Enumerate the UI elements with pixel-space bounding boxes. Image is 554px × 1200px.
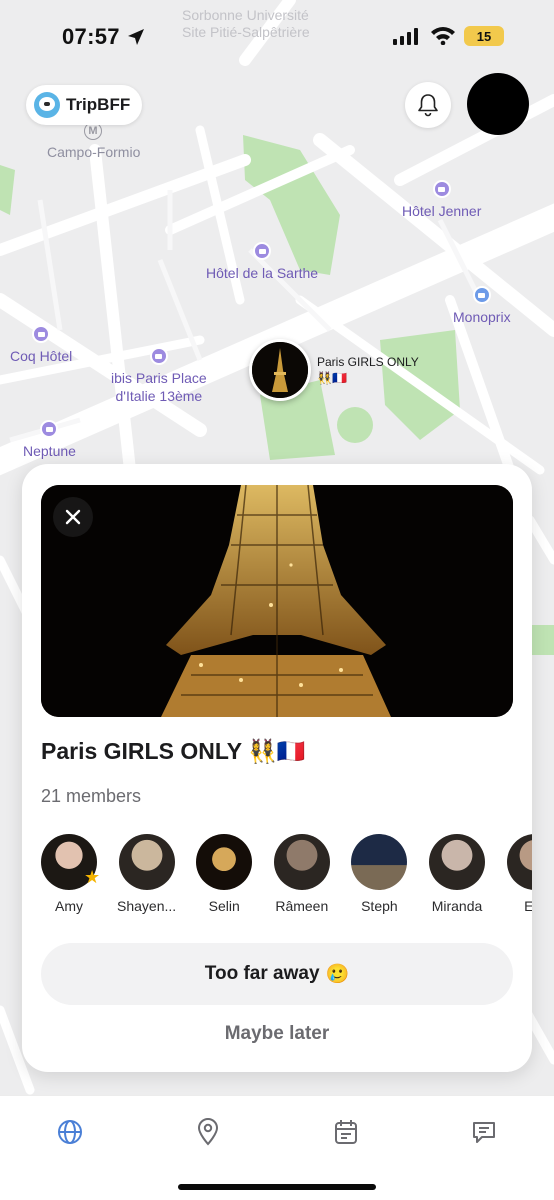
battery-indicator: 15 <box>464 26 504 46</box>
member-item[interactable]: ★ Amy <box>41 834 108 914</box>
member-name: Selin <box>208 898 240 914</box>
poi-hotel-jenner[interactable]: Hôtel Jenner <box>402 180 481 220</box>
group-title: Paris GIRLS ONLY 👯‍♀️🇫🇷 <box>41 738 306 764</box>
tab-explore[interactable] <box>52 1116 88 1148</box>
member-item[interactable]: Steph <box>340 834 418 914</box>
poi-label: ibis Paris Place d'Italie 13ème <box>111 370 207 404</box>
member-item[interactable]: Shayen... <box>108 834 186 914</box>
poi-label: Hôtel de la Sarthe <box>206 265 319 281</box>
calendar-icon <box>335 1120 357 1144</box>
home-indicator <box>178 1184 376 1190</box>
member-avatar <box>351 834 408 890</box>
tab-places[interactable] <box>190 1116 226 1148</box>
tab-calendar[interactable] <box>328 1116 364 1148</box>
hotel-icon <box>149 347 168 365</box>
poi-hotel-sarthe[interactable]: Hôtel de la Sarthe <box>206 242 318 282</box>
poi-neptune[interactable]: Neptune <box>23 420 76 460</box>
member-name: Em <box>524 898 532 914</box>
bell-icon <box>418 94 438 117</box>
member-item[interactable]: Em <box>496 834 532 914</box>
hotel-icon <box>32 325 51 343</box>
wifi-icon <box>431 27 455 45</box>
cellular-signal-icon <box>393 27 418 45</box>
member-name: Râmeen <box>275 898 329 914</box>
eiffel-tower-image <box>252 342 308 398</box>
location-pin-icon <box>197 1118 219 1146</box>
poi-label: Neptune <box>23 443 76 459</box>
hotel-icon <box>253 242 272 260</box>
poi-coq-hotel[interactable]: Coq Hôtel <box>10 325 72 365</box>
member-item[interactable]: Selin <box>185 834 263 914</box>
poi-monoprix[interactable]: Monoprix <box>453 286 511 326</box>
primary-button-label: Too far away <box>204 963 320 984</box>
poi-label: Hôtel Jenner <box>402 203 482 219</box>
globe-icon <box>58 1120 82 1144</box>
too-far-away-button[interactable]: Too far away 🥲 <box>41 943 513 1005</box>
poi-ibis[interactable]: ibis Paris Place d'Italie 13ème <box>111 347 207 405</box>
metro-station-label[interactable]: Campo-Formio <box>47 144 140 160</box>
group-member-count: 21 members <box>41 786 142 806</box>
member-avatar <box>429 834 485 890</box>
member-avatar <box>506 834 532 890</box>
status-bar: 07:57 15 <box>0 0 554 74</box>
member-name: Steph <box>361 898 398 914</box>
poi-label: Coq Hôtel <box>10 348 73 364</box>
member-name: Miranda <box>431 898 483 914</box>
group-cover-image <box>41 485 513 717</box>
close-icon <box>65 509 81 525</box>
notifications-button[interactable] <box>405 82 451 128</box>
group-detail-card: Paris GIRLS ONLY 👯‍♀️🇫🇷 21 members ★ Amy S… <box>22 464 532 1072</box>
admin-star-icon: ★ <box>84 867 101 887</box>
members-carousel[interactable]: ★Amy Shayen... Selin Râmeen Steph Miranda Em <box>41 834 532 924</box>
member-item[interactable]: Miranda <box>418 834 496 914</box>
maybe-later-button[interactable]: Maybe later <box>41 1017 513 1051</box>
member-name: Shayen... <box>117 898 177 914</box>
profile-avatar[interactable] <box>467 73 529 135</box>
member-name: Amy <box>55 898 83 914</box>
location-arrow-icon <box>128 29 144 45</box>
tear-smile-emoji: 🥲 <box>325 964 350 985</box>
poi-label: Monoprix <box>453 309 511 325</box>
app-name: TripBFF <box>66 95 131 114</box>
member-avatar <box>273 834 330 890</box>
member-avatar <box>196 834 253 890</box>
status-time: 07:57 <box>62 24 120 49</box>
app-brand-pill[interactable]: TripBFF <box>26 85 143 125</box>
marker-group-emojis: 👯‍♀️🇫🇷 <box>317 371 347 385</box>
member-item[interactable]: Râmeen <box>263 834 341 914</box>
chat-icon <box>473 1122 495 1143</box>
group-marker-thumbnail <box>249 339 311 401</box>
close-button[interactable] <box>53 497 93 537</box>
member-avatar <box>118 834 175 890</box>
marker-group-name: Paris GIRLS ONLY <box>317 355 419 369</box>
app-logo-icon <box>34 92 60 118</box>
hotel-icon <box>40 420 59 438</box>
tab-messages[interactable] <box>466 1116 502 1148</box>
store-icon <box>472 286 491 304</box>
group-map-marker[interactable]: Paris GIRLS ONLY 👯‍♀️🇫🇷 <box>249 339 419 401</box>
hotel-icon <box>432 180 451 198</box>
eiffel-tower-night-image <box>41 485 513 717</box>
